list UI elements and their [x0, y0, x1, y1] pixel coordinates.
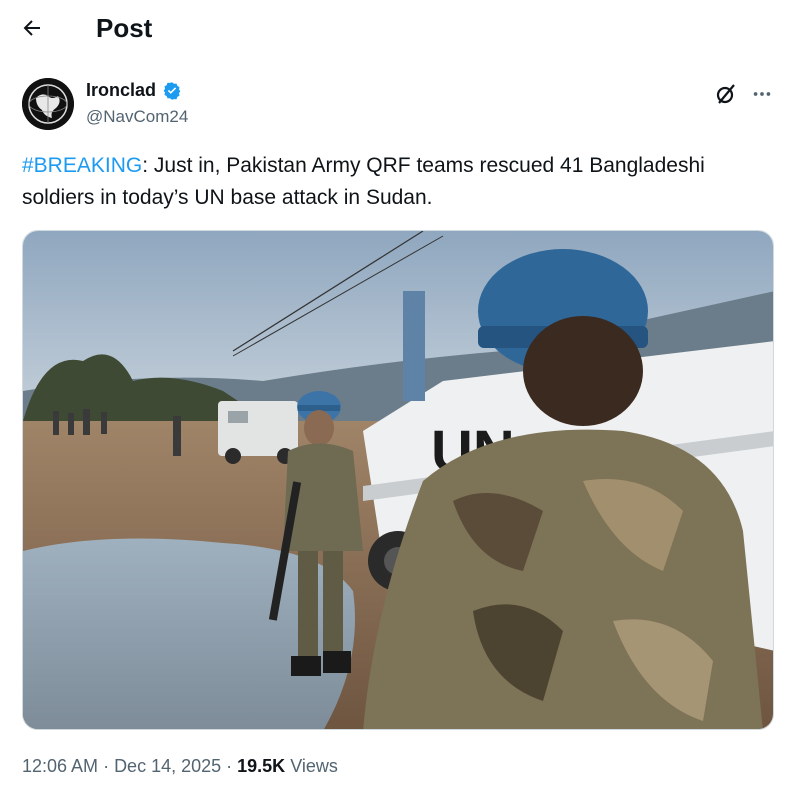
- grok-button[interactable]: [712, 80, 740, 108]
- post-header: Post: [0, 0, 800, 56]
- more-icon: [753, 92, 771, 96]
- page-title: Post: [96, 13, 153, 43]
- author-handle[interactable]: @NavCom24: [86, 107, 188, 127]
- grok-icon: [716, 84, 735, 104]
- arrow-left-icon: [23, 20, 40, 36]
- globe-logo-icon: [22, 78, 74, 130]
- post-time[interactable]: 12:06 AM: [22, 756, 98, 776]
- back-button[interactable]: [12, 8, 52, 48]
- views-label: Views: [285, 756, 338, 776]
- photo-scene: UN: [23, 231, 773, 729]
- views-count: 19.5K: [237, 756, 286, 776]
- post-image[interactable]: UN: [22, 230, 774, 730]
- author-name[interactable]: Ironclad: [86, 80, 156, 101]
- post-meta: 12:06 AM · Dec 14, 2025 · 19.5K Views: [22, 756, 338, 777]
- post-date[interactable]: Dec 14, 2025: [114, 756, 221, 776]
- meta-separator: ·: [98, 756, 115, 776]
- verified-badge-icon: [163, 81, 181, 100]
- more-button[interactable]: [748, 80, 776, 108]
- meta-separator: ·: [221, 756, 238, 776]
- hashtag-link[interactable]: #BREAKING: [22, 154, 142, 177]
- avatar[interactable]: [22, 78, 74, 130]
- post-text: #BREAKING: Just in, Pakistan Army QRF te…: [22, 150, 782, 214]
- author-name-row: Ironclad: [86, 80, 182, 101]
